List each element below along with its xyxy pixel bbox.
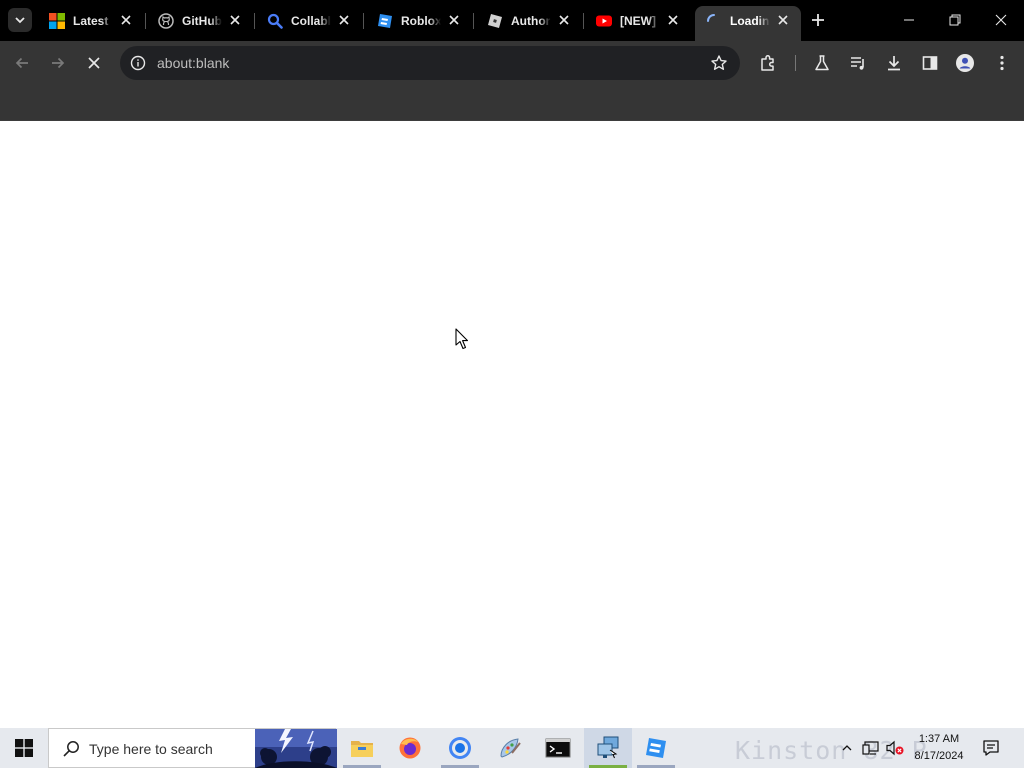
profile-avatar-icon[interactable] <box>955 53 975 73</box>
clock-time: 1:37 AM <box>918 733 960 745</box>
notification-center-button[interactable] <box>976 728 1006 768</box>
tab-roblox[interactable]: Roblox <box>366 6 474 35</box>
roblox-studio-icon <box>378 14 392 28</box>
chrome-icon <box>449 737 471 759</box>
magnifier-search-icon <box>267 13 283 29</box>
tab-divider <box>145 13 146 29</box>
taskbar-roblox-studio[interactable] <box>632 728 680 768</box>
tab-title: Collabl <box>291 14 331 28</box>
show-hidden-icons-button[interactable] <box>838 728 856 768</box>
page-content[interactable] <box>0 121 1024 728</box>
back-button[interactable] <box>10 51 34 75</box>
minimize-button[interactable] <box>897 8 921 32</box>
remote-desktop-icon <box>597 736 619 759</box>
taskbar-remote-desktop[interactable] <box>584 728 632 768</box>
tab-divider <box>254 13 255 29</box>
info-icon[interactable] <box>130 55 146 71</box>
taskbar-paint[interactable] <box>486 728 534 768</box>
taskbar-search-box[interactable]: Type here to search <box>48 728 337 768</box>
windows-taskbar: Type here to search Kinston 82 P 1:37 AM… <box>0 728 1024 768</box>
close-icon[interactable] <box>118 12 134 28</box>
tab-divider <box>583 13 584 29</box>
tab-search-button[interactable] <box>8 8 32 32</box>
volume-tray-button[interactable] <box>884 728 906 768</box>
system-clock[interactable]: 1:37 AM 8/17/2024 <box>908 731 970 765</box>
close-icon[interactable] <box>775 12 791 28</box>
toolbar-divider <box>795 55 796 71</box>
browser-toolbar: about:blank <box>0 41 1024 85</box>
close-icon[interactable] <box>336 12 352 28</box>
file-explorer-icon <box>351 741 373 757</box>
close-icon[interactable] <box>665 12 681 28</box>
roblox-studio-icon <box>646 738 666 758</box>
download-icon[interactable] <box>884 53 904 73</box>
tab-new-video[interactable]: [NEW] <box>585 6 691 35</box>
stop-loading-button[interactable] <box>82 51 106 75</box>
microsoft-logo-icon <box>49 13 65 29</box>
loading-spinner-icon <box>707 14 715 22</box>
volume-muted-icon <box>886 740 904 756</box>
tab-divider <box>473 13 474 29</box>
mouse-cursor-icon <box>455 328 469 350</box>
tab-github[interactable]: GitHub <box>147 6 255 35</box>
tab-author[interactable]: Author <box>476 6 584 35</box>
forward-button[interactable] <box>46 51 70 75</box>
search-placeholder[interactable]: Type here to search <box>89 741 213 757</box>
new-tab-icon[interactable] <box>809 11 827 29</box>
network-monitor-icon <box>862 741 879 755</box>
tab-latest[interactable]: Latest <box>38 6 146 35</box>
arrow-right-icon <box>52 57 65 69</box>
tab-title: Loadin <box>730 14 770 28</box>
start-button[interactable] <box>0 728 48 768</box>
tab-collabl[interactable]: Collabl <box>256 6 364 35</box>
firefox-icon <box>399 737 421 759</box>
taskbar-file-explorer[interactable] <box>338 728 386 768</box>
paint-icon <box>500 738 521 758</box>
close-icon <box>995 14 1007 26</box>
tab-strip: Latest GitHub Collabl Roblox Author [NEW… <box>0 0 1024 41</box>
extensions-puzzle-icon[interactable] <box>758 53 778 73</box>
tab-title: Latest <box>73 14 109 28</box>
close-window-button[interactable] <box>989 8 1013 32</box>
close-icon[interactable] <box>227 12 243 28</box>
windows-logo-icon <box>15 739 33 757</box>
tab-loading[interactable]: Loadin <box>695 6 801 41</box>
network-tray-button[interactable] <box>860 728 882 768</box>
chevron-down-icon <box>15 17 25 24</box>
restore-icon <box>949 14 961 26</box>
restore-button[interactable] <box>943 8 967 32</box>
youtube-icon <box>596 15 612 27</box>
taskbar-firefox[interactable] <box>386 728 434 768</box>
minimize-icon <box>904 19 914 21</box>
terminal-icon <box>545 738 571 758</box>
github-icon <box>158 13 174 29</box>
tab-title: [NEW] <box>620 14 656 28</box>
tab-title: GitHub <box>182 14 222 28</box>
side-panel-icon[interactable] <box>920 53 940 73</box>
close-icon <box>88 57 100 69</box>
star-bookmark-icon[interactable] <box>710 54 728 72</box>
taskbar-terminal[interactable] <box>534 728 582 768</box>
close-icon[interactable] <box>556 12 572 28</box>
tab-divider <box>363 13 364 29</box>
clock-date: 8/17/2024 <box>914 750 964 762</box>
tab-title: Roblox <box>401 14 441 28</box>
notification-speech-bubble-icon <box>983 740 999 756</box>
tab-title: Author <box>511 14 551 28</box>
close-icon[interactable] <box>446 12 462 28</box>
search-icon <box>63 741 79 757</box>
roblox-icon <box>488 14 502 28</box>
bookmark-bar <box>0 85 1024 121</box>
arrow-left-icon <box>15 57 28 69</box>
chevron-up-icon <box>842 745 852 751</box>
address-bar[interactable]: about:blank <box>120 46 740 80</box>
url-text[interactable]: about:blank <box>157 55 229 71</box>
menu-kebab-icon[interactable] <box>992 53 1012 73</box>
flask-labs-icon[interactable] <box>812 53 832 73</box>
search-highlight-art <box>255 729 337 768</box>
media-queue-icon[interactable] <box>848 53 868 73</box>
taskbar-chrome[interactable] <box>436 728 484 768</box>
